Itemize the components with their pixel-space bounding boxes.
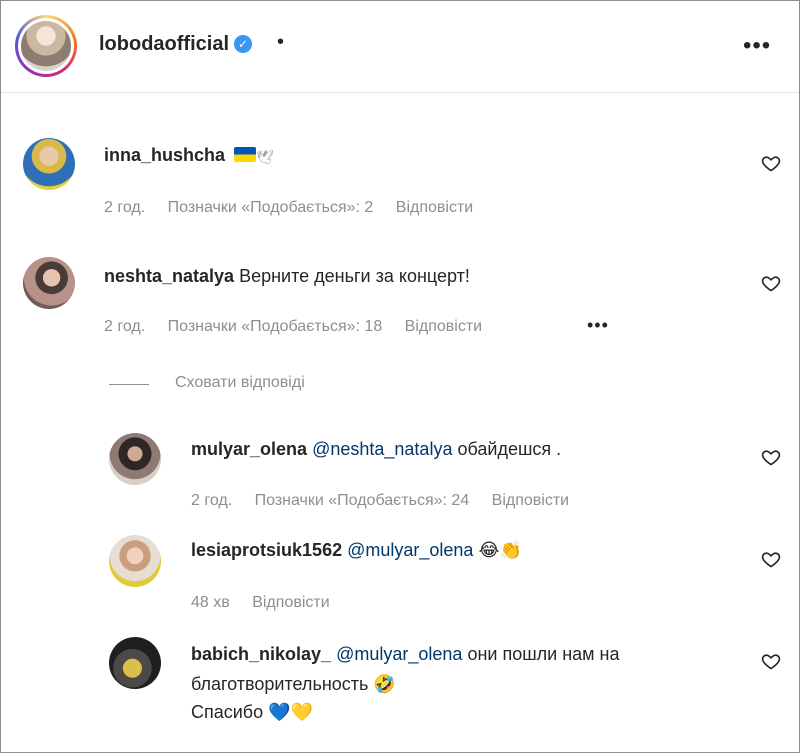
comment-time: 2 год. (104, 199, 146, 216)
dove-icon: 🕊 (256, 149, 274, 165)
like-count[interactable]: Позначки «Подобається»: 18 (168, 318, 383, 335)
comment-meta: 2 год. Позначки «Подобається»: 18 Відпов… (104, 318, 500, 336)
post-header: lobodaofficial ✓ • ••• (1, 1, 799, 93)
like-count[interactable]: Позначки «Подобається»: 2 (168, 199, 374, 216)
comment-time: 2 год. (104, 318, 146, 335)
verified-badge-icon: ✓ (234, 35, 252, 53)
comment-username[interactable]: inna_hushcha (104, 145, 225, 165)
reply-text-line3: Спасибо 💙💛 (191, 702, 313, 722)
comment-more-icon[interactable]: ••• (587, 315, 609, 336)
username-link[interactable]: lobodaofficial (99, 33, 229, 55)
reply-button[interactable]: Відповісти (492, 492, 569, 509)
comment-text: Верните деньги за концерт! (239, 266, 470, 286)
comment-body: inna_hushcha 🕊 (104, 141, 274, 170)
avatar[interactable] (23, 138, 75, 190)
reply-username[interactable]: babich_nikolay_ (191, 644, 331, 664)
reply-time: 2 год. (191, 492, 233, 509)
more-options-icon[interactable]: ••• (743, 32, 771, 60)
reply-username[interactable]: mulyar_olena (191, 439, 307, 459)
reply-button[interactable]: Відповісти (405, 318, 482, 335)
reply-username[interactable]: lesiaprotsiuk1562 (191, 540, 342, 560)
reply-meta: 2 год. Позначки «Подобається»: 24 Відпов… (191, 492, 587, 510)
replies-divider (109, 384, 149, 385)
reply-button[interactable]: Відповісти (252, 594, 329, 611)
avatar[interactable] (109, 433, 161, 485)
mention-link[interactable]: @mulyar_olena (347, 540, 473, 560)
reply-text: 😂👏 (478, 540, 522, 560)
hide-replies-button[interactable]: Сховати відповіді (175, 374, 305, 392)
profile-avatar[interactable] (15, 15, 77, 77)
like-heart-icon[interactable] (761, 273, 781, 293)
avatar[interactable] (109, 535, 161, 587)
reply-text: они пошли нам на (467, 644, 620, 664)
like-heart-icon[interactable] (761, 447, 781, 467)
reply-body: mulyar_olena @neshta_natalya обайдешся . (191, 435, 561, 464)
reply-body: lesiaprotsiuk1562 @mulyar_olena 😂👏 (191, 536, 522, 565)
ukraine-flag-icon (234, 147, 257, 162)
like-heart-icon[interactable] (761, 153, 781, 173)
mention-link[interactable]: @mulyar_olena (336, 644, 462, 664)
profile-username[interactable]: lobodaofficial ✓ (99, 33, 252, 56)
comment-body: neshta_natalya Верните деньги за концерт… (104, 262, 470, 291)
comment-username[interactable]: neshta_natalya (104, 266, 234, 286)
like-count[interactable]: Позначки «Подобається»: 24 (255, 492, 470, 509)
reply-time: 48 хв (191, 594, 230, 611)
reply-button[interactable]: Відповісти (396, 199, 473, 216)
comments-panel: lobodaofficial ✓ • ••• inna_hushcha 🕊 2 г… (0, 0, 800, 753)
comment-meta: 2 год. Позначки «Подобається»: 2 Відпові… (104, 199, 491, 217)
like-heart-icon[interactable] (761, 651, 781, 671)
avatar[interactable] (23, 257, 75, 309)
like-heart-icon[interactable] (761, 549, 781, 569)
reply-text-line2: благотворительность 🤣 (191, 674, 396, 694)
mention-link[interactable]: @neshta_natalya (312, 439, 452, 459)
reply-body: babich_nikolay_ @mulyar_olena они пошли … (191, 640, 619, 669)
separator-dot: • (277, 31, 285, 53)
avatar[interactable] (109, 637, 161, 689)
reply-text: обайдешся . (457, 439, 562, 459)
reply-meta: 48 хв Відповісти (191, 594, 348, 612)
